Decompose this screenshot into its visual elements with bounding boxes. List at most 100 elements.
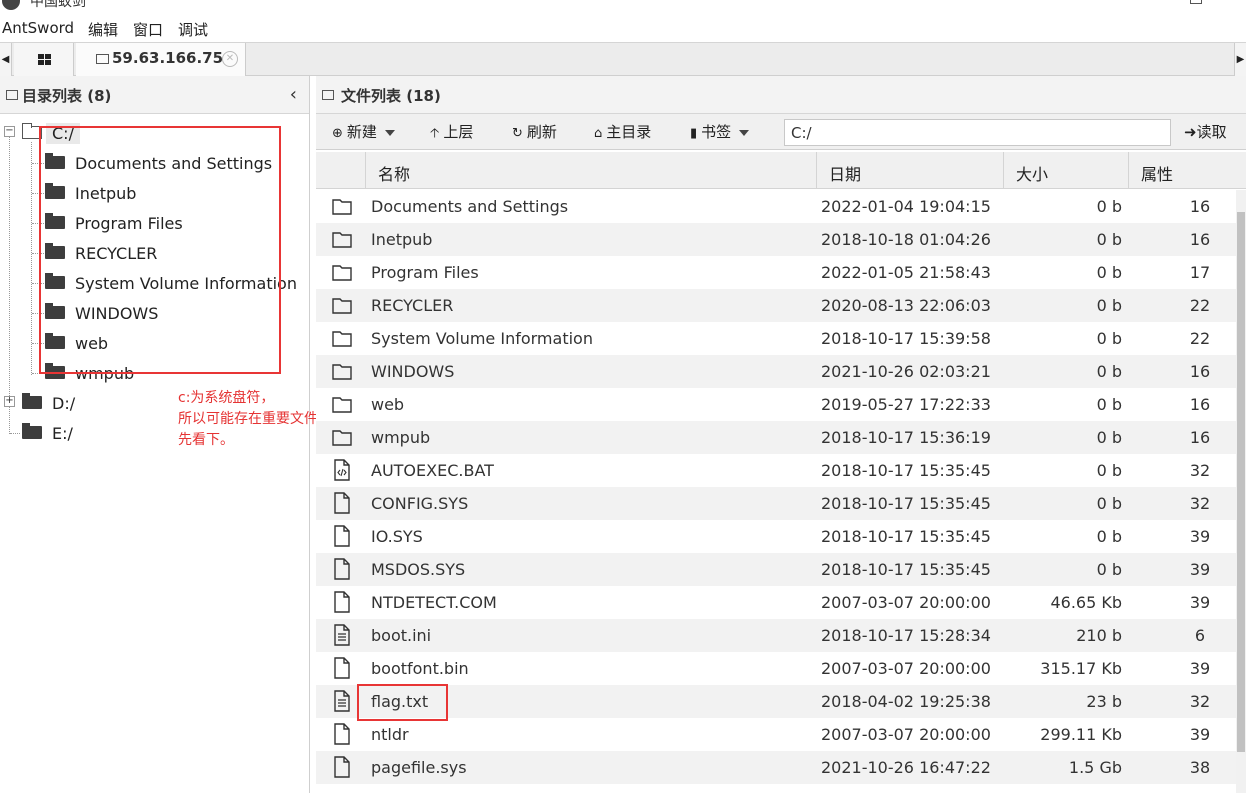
collapse-node-icon[interactable]: − <box>4 126 15 137</box>
column-header-name[interactable]: 名称 <box>366 152 817 189</box>
file-size: 0 b <box>1096 428 1122 447</box>
tab-host[interactable]: 59.63.166.75 ✕ <box>76 43 246 76</box>
file-attr: 17 <box>1189 263 1211 282</box>
file-row[interactable]: CONFIG.SYS 2018-10-17 15:35:45 0 b 32 <box>316 487 1246 520</box>
file-row[interactable]: Documents and Settings 2022-01-04 19:04:1… <box>316 190 1246 223</box>
file-attr: 16 <box>1189 428 1211 447</box>
file-row[interactable]: AUTOEXEC.BAT 2018-10-17 15:35:45 0 b 32 <box>316 454 1246 487</box>
file-size: 0 b <box>1096 362 1122 381</box>
folder-icon <box>332 261 352 283</box>
column-header-date[interactable]: 日期 <box>817 152 1004 189</box>
file-attr: 39 <box>1189 527 1211 546</box>
file-size: 0 b <box>1096 197 1122 216</box>
file-size: 1.5 Gb <box>1068 758 1122 777</box>
file-name: Inetpub <box>371 230 433 249</box>
file-size: 0 b <box>1096 230 1122 249</box>
file-row[interactable]: IO.SYS 2018-10-17 15:35:45 0 b 39 <box>316 520 1246 553</box>
file-icon <box>332 591 351 613</box>
vertical-scrollbar[interactable] <box>1236 190 1246 793</box>
file-attr: 32 <box>1189 692 1211 711</box>
file-icon <box>332 558 351 580</box>
file-row[interactable]: bootfont.bin 2007-03-07 20:00:00 315.17 Kb… <box>316 652 1246 685</box>
folder-icon <box>332 228 352 250</box>
menu-edit[interactable]: 编辑 <box>88 19 118 40</box>
file-name: NTDETECT.COM <box>371 593 497 612</box>
file-date: 2018-10-17 15:35:45 <box>821 461 991 480</box>
file-date: 2007-03-07 20:00:00 <box>821 659 991 678</box>
chevron-down-icon <box>739 129 750 136</box>
bookmark-button[interactable]: ▮ 书签 <box>690 121 750 142</box>
file-row[interactable]: ntldr 2007-03-07 20:00:00 299.11 Kb 39 <box>316 718 1246 751</box>
menu-antsword[interactable]: AntSword <box>2 19 74 37</box>
file-icon <box>332 723 351 745</box>
file-icon <box>322 90 334 100</box>
annotation-line: c:为系统盘符， <box>178 390 275 406</box>
file-toolbar: ⊕ 新建 🡡 上层 ↻ 刷新 ⌂ 主目录 ▮ 书签 C:/ ➜读取 <box>316 114 1246 150</box>
file-date: 2018-04-02 19:25:38 <box>821 692 991 711</box>
tab-close-icon[interactable]: ✕ <box>222 51 238 67</box>
file-attr: 16 <box>1189 230 1211 249</box>
file-row[interactable]: boot.ini 2018-10-17 15:28:34 210 b 6 <box>316 619 1246 652</box>
file-date: 2018-10-17 15:35:45 <box>821 560 991 579</box>
file-attr: 39 <box>1189 725 1211 744</box>
maximize-icon[interactable] <box>1190 0 1202 4</box>
file-row[interactable]: web 2019-05-27 17:22:33 0 b 16 <box>316 388 1246 421</box>
file-row[interactable]: wmpub 2018-10-17 15:36:19 0 b 16 <box>316 421 1246 454</box>
tree-node-e[interactable]: E:/ <box>0 420 200 450</box>
icon-column-header <box>316 152 366 189</box>
file-row[interactable]: MSDOS.SYS 2018-10-17 15:35:45 0 b 39 <box>316 553 1246 586</box>
tab-scroll-right-icon[interactable]: ▶ <box>1234 43 1246 76</box>
plus-circle-icon: ⊕ <box>332 126 343 141</box>
column-header-size[interactable]: 大小 <box>1004 152 1129 189</box>
file-icon <box>332 756 351 778</box>
refresh-button[interactable]: ↻ 刷新 <box>512 121 557 142</box>
read-button[interactable]: ➜读取 <box>1184 121 1227 142</box>
file-date: 2021-10-26 16:47:22 <box>821 758 991 777</box>
file-date: 2018-10-17 15:35:45 <box>821 527 991 546</box>
file-row[interactable]: WINDOWS 2021-10-26 02:03:21 0 b 16 <box>316 355 1246 388</box>
up-button[interactable]: 🡡 上层 <box>430 121 473 146</box>
file-row[interactable]: Program Files 2022-01-05 21:58:43 0 b 17 <box>316 256 1246 289</box>
menu-window[interactable]: 窗口 <box>133 19 163 40</box>
new-button[interactable]: ⊕ 新建 <box>332 121 395 142</box>
annotation-highlight-box <box>39 126 281 374</box>
annotation-note: c:为系统盘符， 所以可能存在重要文件， 先看下。 <box>178 388 332 451</box>
folder-icon <box>332 195 352 217</box>
file-row[interactable]: System Volume Information 2018-10-17 15:3… <box>316 322 1246 355</box>
file-attr: 38 <box>1189 758 1211 777</box>
file-panel-header: 文件列表 (18) <box>316 76 1246 114</box>
file-row[interactable]: pagefile.sys 2021-10-26 16:47:22 1.5 Gb 38 <box>316 751 1246 784</box>
file-name: Program Files <box>371 263 479 282</box>
file-name: pagefile.sys <box>371 758 467 777</box>
home-directory-button[interactable]: ⌂ 主目录 <box>594 121 651 142</box>
path-input[interactable]: C:/ <box>784 119 1171 146</box>
menu-debug[interactable]: 调试 <box>178 19 208 40</box>
file-row[interactable]: flag.txt 2018-04-02 19:25:38 23 b 32 <box>316 685 1246 718</box>
column-header-attr[interactable]: 属性 <box>1129 152 1236 189</box>
tab-home[interactable] <box>14 43 74 76</box>
file-size: 299.11 Kb <box>1040 725 1122 744</box>
file-attr: 6 <box>1194 626 1206 645</box>
file-date: 2020-08-13 22:06:03 <box>821 296 991 315</box>
file-row[interactable]: NTDETECT.COM 2007-03-07 20:00:00 46.65 Kb 3… <box>316 586 1246 619</box>
text-file-icon <box>332 690 351 712</box>
file-icon <box>332 525 351 547</box>
grid-icon <box>38 54 44 59</box>
file-date: 2018-10-18 01:04:26 <box>821 230 991 249</box>
collapse-panel-icon[interactable]: ‹ <box>290 84 297 105</box>
folder-icon <box>22 423 42 439</box>
scrollbar-thumb[interactable] <box>1237 212 1245 752</box>
tab-scroll-left-icon[interactable]: ◀ <box>0 43 12 76</box>
file-name: IO.SYS <box>371 527 423 546</box>
file-row[interactable]: RECYCLER 2020-08-13 22:06:03 0 b 22 <box>316 289 1246 322</box>
file-attr: 22 <box>1189 296 1211 315</box>
expand-node-icon[interactable]: + <box>4 396 15 407</box>
file-attr: 39 <box>1189 659 1211 678</box>
tree-node-d[interactable]: + D:/ <box>0 390 200 420</box>
file-row[interactable]: Inetpub 2018-10-18 01:04:26 0 b 16 <box>316 223 1246 256</box>
folder-icon <box>96 54 109 64</box>
tab-bar: ◀ 59.63.166.75 ✕ ▶ <box>0 42 1246 76</box>
file-size: 0 b <box>1096 329 1122 348</box>
file-attr: 39 <box>1189 560 1211 579</box>
file-date: 2018-10-17 15:36:19 <box>821 428 991 447</box>
